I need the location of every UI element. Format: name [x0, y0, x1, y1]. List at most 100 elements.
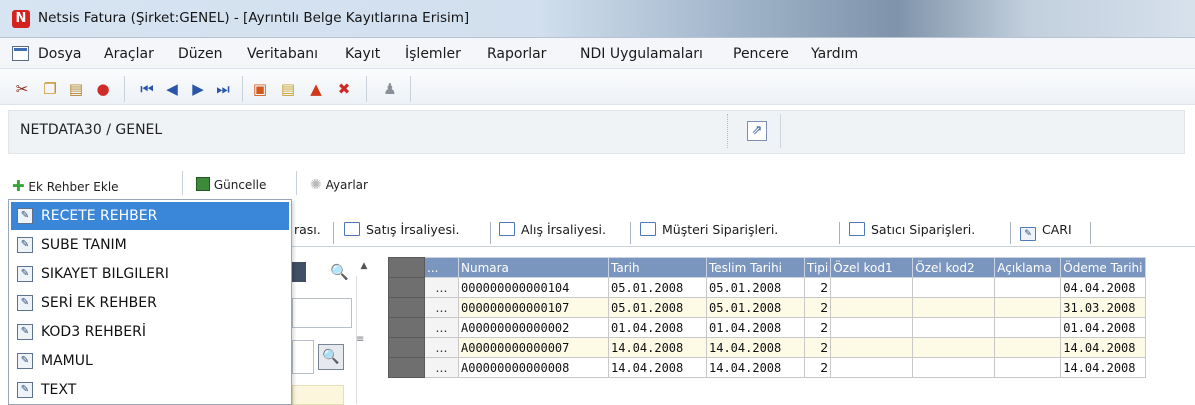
cell-tipi[interactable]: 2 [803, 337, 832, 358]
column-header-odeme-tarihi[interactable]: Ödeme Tarihi [1060, 257, 1146, 278]
row-indicator[interactable] [388, 337, 425, 358]
remove-record-icon[interactable]: ✖ [334, 79, 354, 99]
cell-tarih[interactable]: 14.04.2008 [608, 337, 707, 358]
cell-tipi[interactable]: 2 [803, 357, 832, 378]
tab-musteri-siparisleri[interactable]: Müşteri Siparişleri. [640, 222, 778, 246]
dropdown-item-sube-tanim[interactable]: ✎ SUBE TANIM [11, 231, 289, 259]
row-detail-button[interactable]: ... [424, 297, 459, 318]
cell-teslim-tarihi[interactable]: 01.04.2008 [706, 317, 805, 338]
cell-tipi[interactable]: 2 [803, 277, 832, 298]
menu-islemler[interactable]: İşlemler [405, 44, 461, 64]
row-indicator[interactable] [388, 357, 425, 378]
cell-aciklama[interactable] [994, 357, 1062, 378]
cell-ozel-kod2[interactable] [912, 277, 996, 298]
menu-dosya[interactable]: Dosya [38, 44, 82, 64]
cell-ozel-kod1[interactable] [830, 317, 914, 338]
cell-ozel-kod1[interactable] [830, 357, 914, 378]
menu-kayit[interactable]: Kayıt [345, 44, 380, 64]
cell-tarih[interactable]: 05.01.2008 [608, 277, 707, 298]
column-header-tipi[interactable]: Tipi [803, 257, 832, 278]
column-header-aciklama[interactable]: Açıklama [994, 257, 1062, 278]
cell-teslim-tarihi[interactable]: 14.04.2008 [706, 357, 805, 378]
prev-record-icon[interactable]: ◀ [162, 79, 182, 99]
row-detail-button[interactable]: ... [424, 357, 459, 378]
scroll-up-icon[interactable]: ▲ [356, 258, 372, 274]
dropdown-item-mamul[interactable]: ✎ MAMUL [11, 347, 289, 375]
row-indicator[interactable] [388, 317, 425, 338]
cell-odeme-tarihi[interactable]: 14.04.2008 [1060, 337, 1146, 358]
user-icon[interactable]: ♟ [380, 79, 400, 99]
tab-alis-irsaliyesi[interactable]: Alış İrsaliyesi. [499, 222, 606, 246]
cell-ozel-kod2[interactable] [912, 317, 996, 338]
add-guide-button[interactable]: ✚ Ek Rehber Ekle [12, 177, 119, 195]
row-detail-button[interactable]: ... [424, 317, 459, 338]
settings-button[interactable]: ✺ Ayarlar [310, 177, 368, 193]
filter-input[interactable] [292, 298, 352, 328]
dropdown-item-seri-ek-rehber[interactable]: ✎ SERİ EK REHBER [11, 289, 289, 317]
cell-ozel-kod2[interactable] [912, 337, 996, 358]
add-record-icon[interactable]: ▣ [250, 79, 270, 99]
search-icon[interactable]: 🔍 [330, 263, 349, 281]
menu-yardim[interactable]: Yardım [811, 44, 858, 64]
row-detail-button[interactable]: ... [424, 277, 459, 298]
paste-icon[interactable]: ▤ [66, 79, 86, 99]
next-record-icon[interactable]: ▶ [188, 79, 208, 99]
table-row[interactable]: ... A00000000000002 01.04.2008 01.04.200… [388, 317, 1146, 338]
cell-odeme-tarihi[interactable]: 04.04.2008 [1060, 277, 1146, 298]
column-header-tarih[interactable]: Tarih [608, 257, 707, 278]
column-header-teslim-tarihi[interactable]: Teslim Tarihi [706, 257, 805, 278]
table-row[interactable]: ... A00000000000007 14.04.2008 14.04.200… [388, 337, 1146, 358]
tab-satis-irsaliyesi[interactable]: Satış İrsaliyesi. [344, 222, 459, 246]
cell-aciklama[interactable] [994, 337, 1062, 358]
cell-tarih[interactable]: 14.04.2008 [608, 357, 707, 378]
last-record-icon[interactable]: ⏭ [213, 79, 233, 99]
cell-tipi[interactable]: 2 [803, 297, 832, 318]
cell-odeme-tarihi[interactable]: 01.04.2008 [1060, 317, 1146, 338]
dropdown-item-kod3-rehberi[interactable]: ✎ KOD3 REHBERİ [11, 318, 289, 346]
menu-raporlar[interactable]: Raporlar [487, 44, 546, 64]
menu-duzen[interactable]: Düzen [178, 44, 223, 64]
cell-ozel-kod1[interactable] [830, 337, 914, 358]
cut-icon[interactable]: ✂ [12, 79, 32, 99]
dropdown-item-text[interactable]: ✎ TEXT [11, 376, 289, 404]
cell-teslim-tarihi[interactable]: 14.04.2008 [706, 337, 805, 358]
cell-numara[interactable]: A00000000000007 [458, 337, 609, 358]
cell-aciklama[interactable] [994, 297, 1062, 318]
first-record-icon[interactable]: ⏮ [137, 79, 157, 99]
tab-satici-siparisleri[interactable]: Satıcı Siparişleri. [849, 222, 975, 246]
column-header-ozel-kod1[interactable]: Özel kod1 [830, 257, 914, 278]
cell-tarih[interactable]: 05.01.2008 [608, 297, 707, 318]
delete-icon[interactable]: ● [93, 79, 113, 99]
column-header[interactable]: ... [424, 257, 459, 278]
cell-numara[interactable]: 000000000000104 [458, 277, 609, 298]
cell-aciklama[interactable] [994, 317, 1062, 338]
table-row[interactable]: ... 000000000000104 05.01.2008 05.01.200… [388, 277, 1146, 298]
table-row[interactable]: ... A00000000000008 14.04.2008 14.04.200… [388, 357, 1146, 378]
search-button[interactable]: 🔍 [318, 344, 344, 370]
edit-record-icon[interactable]: ▤ [278, 79, 298, 99]
filter-field[interactable] [292, 340, 314, 374]
cell-ozel-kod1[interactable] [830, 277, 914, 298]
cell-teslim-tarihi[interactable]: 05.01.2008 [706, 277, 805, 298]
cell-ozel-kod2[interactable] [912, 297, 996, 318]
cell-aciklama[interactable] [994, 277, 1062, 298]
cell-tarih[interactable]: 01.04.2008 [608, 317, 707, 338]
refresh-record-icon[interactable]: ▲ [306, 79, 326, 99]
scroll-grip-icon[interactable]: ≡ [356, 334, 364, 345]
row-detail-button[interactable]: ... [424, 337, 459, 358]
cell-teslim-tarihi[interactable]: 05.01.2008 [706, 297, 805, 318]
cell-odeme-tarihi[interactable]: 14.04.2008 [1060, 357, 1146, 378]
column-header-ozel-kod2[interactable]: Özel kod2 [912, 257, 996, 278]
cell-ozel-kod1[interactable] [830, 297, 914, 318]
dropdown-item-recete-rehber[interactable]: ✎ RECETE REHBER [11, 202, 289, 230]
row-indicator[interactable] [388, 297, 425, 318]
cell-numara[interactable]: A00000000000008 [458, 357, 609, 378]
table-row[interactable]: ... 000000000000107 05.01.2008 05.01.200… [388, 297, 1146, 318]
tab-cari[interactable]: ✎ CARI [1020, 222, 1072, 246]
copy-icon[interactable]: ❐ [40, 79, 60, 99]
cell-odeme-tarihi[interactable]: 31.03.2008 [1060, 297, 1146, 318]
grid-view-icon[interactable] [290, 262, 306, 282]
column-header-numara[interactable]: Numara [458, 257, 609, 278]
cell-numara[interactable]: A00000000000002 [458, 317, 609, 338]
cell-numara[interactable]: 000000000000107 [458, 297, 609, 318]
